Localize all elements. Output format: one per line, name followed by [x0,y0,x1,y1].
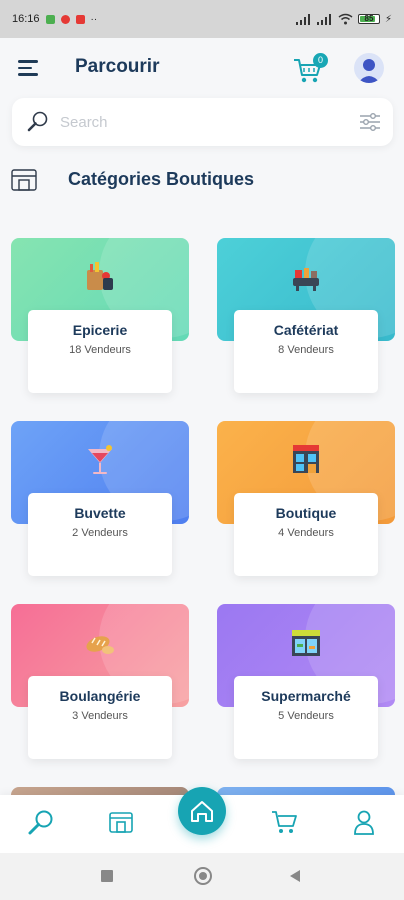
shop-icon [293,445,319,473]
supermarket-icon [292,630,320,656]
category-name: Supermarché [261,688,351,704]
more-notifications-icon: ·· [90,13,98,25]
section-title: Catégories Boutiques [68,169,255,189]
signal-icon [316,13,331,25]
signal-icon [295,13,310,25]
notification-icon [75,14,85,24]
nav-home[interactable] [178,787,226,835]
back-button[interactable] [288,869,302,883]
wifi-icon [338,13,353,25]
page-title: Parcourir [75,56,160,77]
notification-icon [60,14,70,24]
shop-category-icon [11,169,37,191]
battery-icon: 85 [357,14,380,24]
cafeteria-icon [293,268,319,291]
notification-icon [45,14,55,24]
card-panel: Cafétériat 8 Vendeurs [234,310,378,393]
search-icon [28,810,53,835]
status-bar: 16:16 ·· 85 ⚡ [0,0,404,38]
vendor-count: 4 Vendeurs [278,527,334,539]
grocery-bag-icon [87,262,113,290]
charging-icon: ⚡ [384,13,392,25]
category-card-boutique[interactable]: Boutique 4 Vendeurs [217,421,395,576]
search-icon [27,111,48,132]
search-input[interactable] [60,108,340,136]
card-panel: Boutique 4 Vendeurs [234,493,378,576]
category-card-supermarche[interactable]: Supermarché 5 Vendeurs [217,604,395,759]
nav-search[interactable] [27,808,57,838]
category-name: Epicerie [72,322,128,338]
category-name: Boulangérie [59,688,141,704]
card-panel: Supermarché 5 Vendeurs [234,676,378,759]
vendor-count: 8 Vendeurs [278,344,334,356]
vendor-count: 5 Vendeurs [278,710,334,722]
menu-button[interactable] [18,60,40,78]
user-avatar-icon [358,59,380,83]
bottom-navigation [0,787,404,853]
home-system-button[interactable] [194,867,212,885]
battery-percent: 85 [364,14,374,23]
nav-profile[interactable] [350,808,380,838]
category-card-epicerie[interactable]: Epicerie 18 Vendeurs [11,238,189,393]
cart-icon [272,811,297,833]
system-navigation-bar [0,853,404,900]
shop-icon [109,812,133,833]
user-icon [354,810,374,835]
vendor-count: 2 Vendeurs [72,527,128,539]
recents-button[interactable] [101,870,113,882]
status-time: 16:16 [12,13,40,25]
category-name: Buvette [74,505,126,521]
vendor-count: 18 Vendeurs [69,344,131,356]
cart-button[interactable]: 0 [292,53,328,85]
category-card-boulangerie[interactable]: Boulangérie 3 Vendeurs [11,604,189,759]
cocktail-icon [88,445,112,474]
bread-icon [86,636,114,654]
home-icon [191,801,213,822]
card-panel: Epicerie 18 Vendeurs [28,310,172,393]
card-panel: Boulangérie 3 Vendeurs [28,676,172,759]
search-bar [12,98,393,146]
category-name: Boutique [275,505,337,521]
card-panel: Buvette 2 Vendeurs [28,493,172,576]
nav-cart[interactable] [270,808,300,838]
category-name: Cafétériat [273,322,339,338]
category-card-cafeteriat[interactable]: Cafétériat 8 Vendeurs [217,238,395,393]
app-header: Parcourir 0 [0,38,404,100]
cart-badge: 0 [313,53,328,68]
nav-shops[interactable] [107,808,137,838]
filter-icon[interactable] [359,112,381,132]
vendor-count: 3 Vendeurs [72,710,128,722]
avatar[interactable] [354,53,384,83]
category-card-buvette[interactable]: Buvette 2 Vendeurs [11,421,189,576]
